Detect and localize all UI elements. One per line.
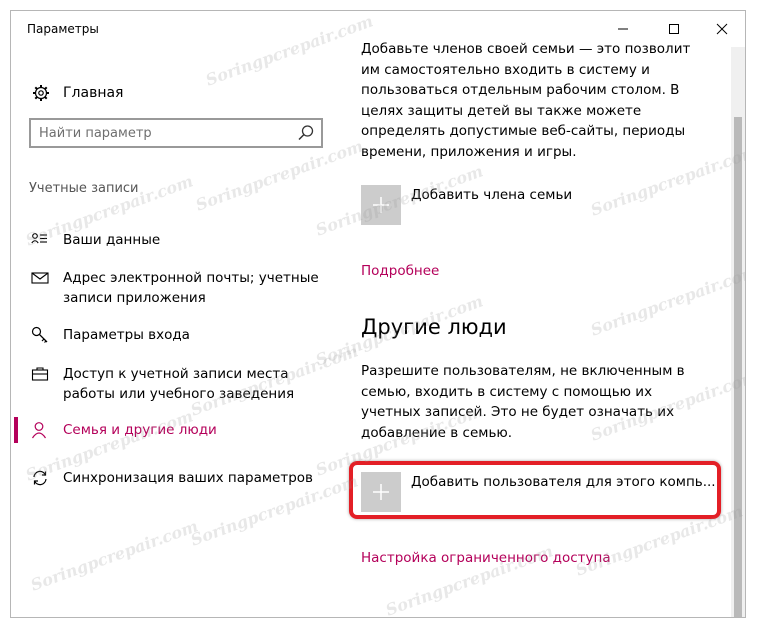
add-family-member-label: Добавить члена семьи: [411, 187, 573, 203]
settings-window: Параметры Главная Найти параметр Учетные…: [10, 10, 746, 618]
person-icon: [31, 421, 49, 439]
assigned-access-link[interactable]: Настройка ограниченного доступа: [361, 550, 611, 566]
search-icon[interactable]: [297, 124, 315, 142]
scrollbar-thumb[interactable]: [734, 117, 742, 617]
add-family-member-button[interactable]: Добавить члена семьи: [361, 185, 572, 225]
sidebar-item-label: Параметры входа: [63, 327, 190, 343]
learn-more-link[interactable]: Подробнее: [361, 263, 439, 279]
sidebar-item-label: Семья и другие люди: [63, 422, 217, 438]
home-label: Главная: [63, 85, 124, 101]
search-input[interactable]: [39, 123, 289, 143]
scrollbar[interactable]: [731, 47, 745, 617]
sidebar-item-label: Адрес электронной почты; учетные записи …: [63, 270, 319, 306]
sidebar-item-label: Ваши данные: [63, 232, 161, 248]
close-button[interactable]: [699, 11, 745, 47]
sync-icon: [31, 469, 49, 487]
gear-icon: [31, 83, 51, 103]
other-people-description: Разрешите пользователям, не включенным в…: [361, 363, 685, 441]
other-people-heading: Другие люди: [361, 315, 507, 339]
maximize-icon: [669, 24, 679, 34]
highlight-frame: [349, 461, 721, 519]
close-icon: [716, 23, 728, 35]
active-indicator: [14, 417, 18, 443]
key-icon: [31, 326, 49, 344]
sidebar-item-label: Доступ к учетной записи места работы или…: [63, 366, 295, 402]
window-title: Параметры: [27, 22, 99, 36]
main-content: Добавьте членов своей семьи — это позвол…: [341, 41, 731, 617]
family-description: Добавьте членов своей семьи — это позвол…: [361, 41, 691, 160]
search-box[interactable]: [29, 118, 323, 148]
section-label: Учетные записи: [29, 181, 139, 196]
home-nav-item[interactable]: Главная: [31, 83, 123, 103]
plus-icon: [361, 185, 401, 225]
sidebar-item-label: Синхронизация ваших параметров: [63, 470, 313, 486]
mail-icon: [31, 269, 49, 287]
briefcase-icon: [31, 365, 49, 383]
person-card-icon: [31, 231, 49, 249]
minimize-icon: [618, 28, 628, 30]
sidebar: Главная Учетные записи: [11, 47, 341, 617]
